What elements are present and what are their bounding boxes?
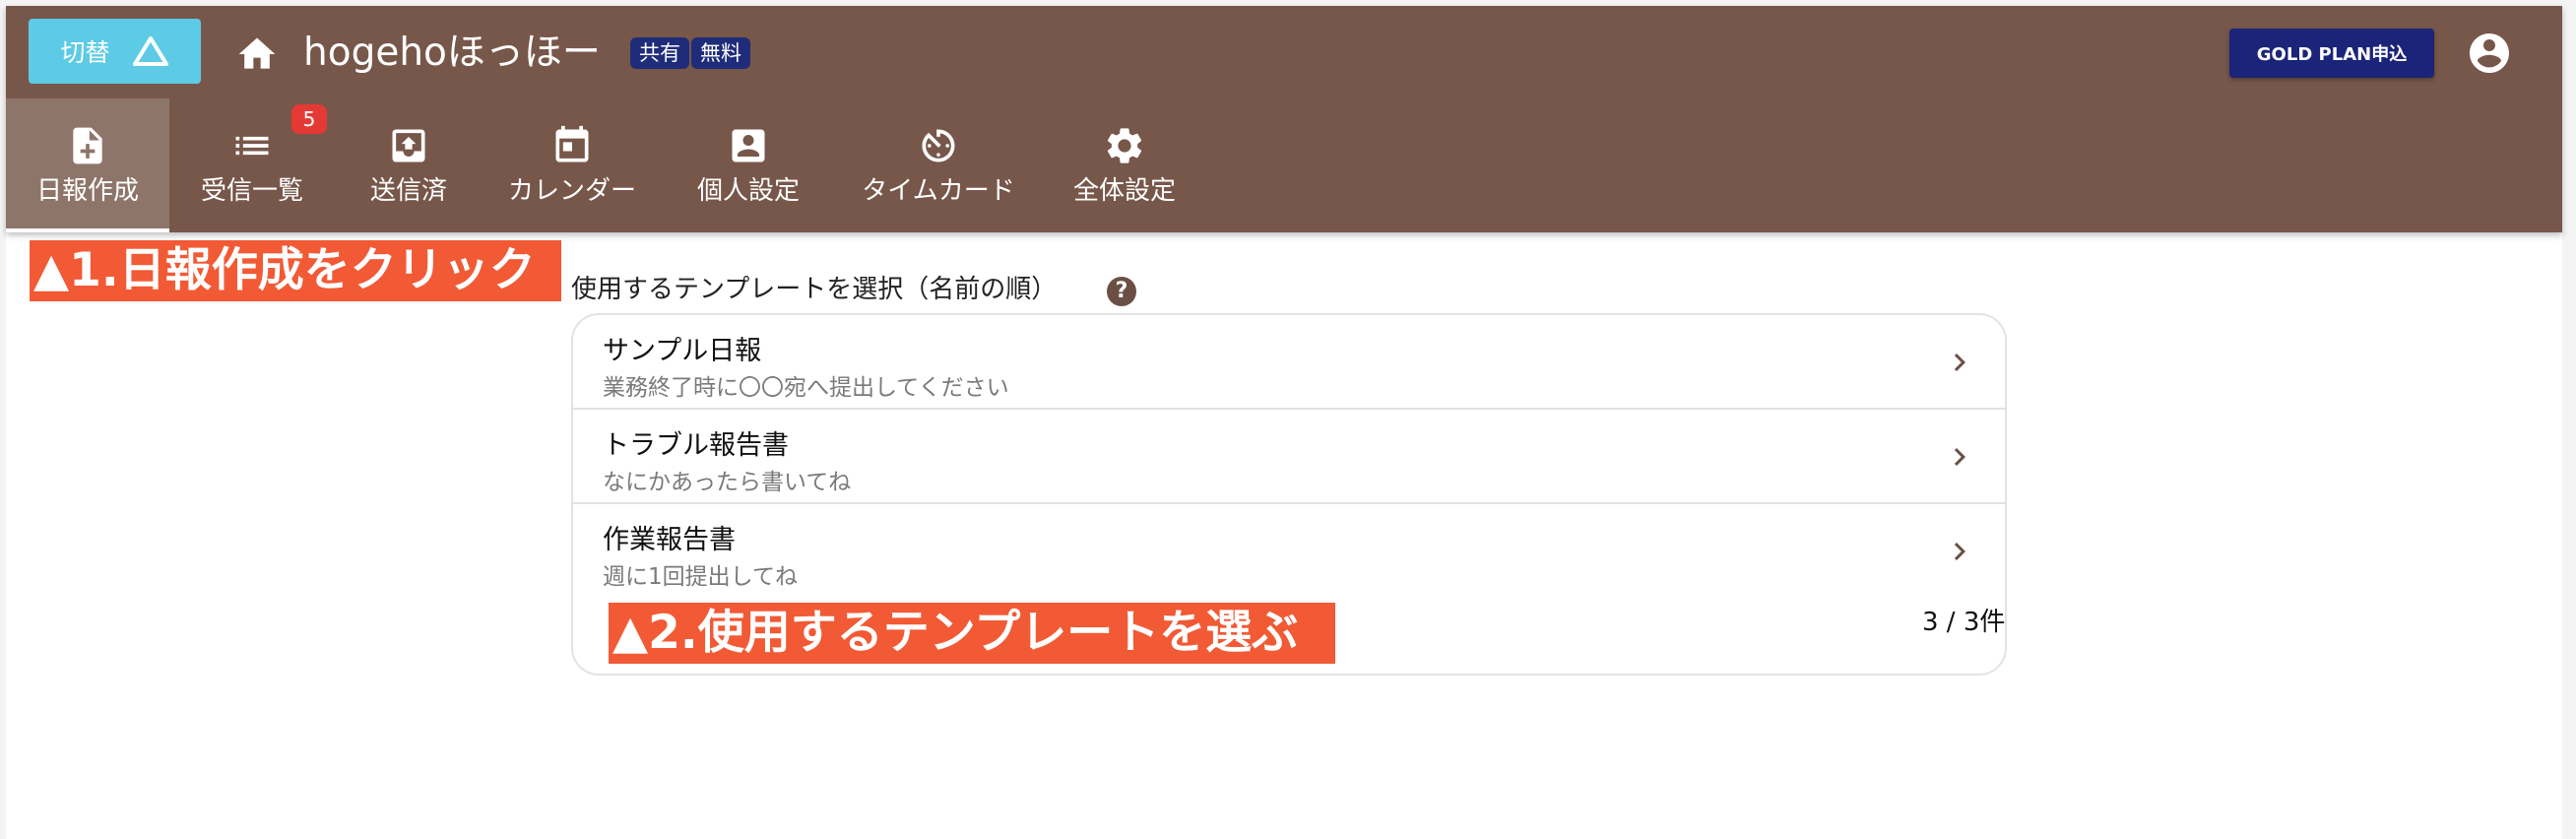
help-icon[interactable]: ? (1107, 277, 1136, 306)
tab-personal-settings[interactable]: 個人設定 (662, 98, 835, 232)
tab-label: 送信済 (369, 176, 447, 206)
template-item[interactable]: サンプル日報 業務終了時に〇〇宛へ提出してください (573, 315, 2005, 410)
outbox-icon (387, 124, 430, 167)
pagination-count: 3 / 3件 (1922, 608, 2006, 637)
calendar-icon (550, 124, 594, 167)
chevron-right-icon (1942, 534, 1977, 569)
template-description: 週に1回提出してね (603, 564, 798, 590)
tab-create-report[interactable]: 日報作成 (6, 98, 169, 232)
app-header: 切替 hogehoほっほー 共有 無料 GOLD PLAN申込 日報作成 受信一… (6, 6, 2562, 232)
template-item[interactable]: 作業報告書 週に1回提出してね (573, 504, 2005, 599)
shared-badge: 共有 (630, 37, 689, 69)
plan-badges: 共有 無料 (630, 37, 750, 69)
main-tabs: 日報作成 受信一覧 5 送信済 カレンダー 個人設定 タイムカード 全体設定 (6, 98, 1207, 232)
tab-inbox[interactable]: 受信一覧 5 (169, 98, 335, 232)
tab-label: 個人設定 (696, 176, 800, 206)
template-name: サンプル日報 (603, 336, 762, 366)
tab-label: 受信一覧 (200, 176, 303, 206)
chevron-right-icon (1942, 439, 1977, 475)
app-window: 切替 hogehoほっほー 共有 無料 GOLD PLAN申込 日報作成 受信一… (6, 6, 2562, 839)
triangle-icon (132, 36, 168, 66)
step1-callout: ▲1.日報作成をクリック (30, 240, 561, 301)
home-icon[interactable] (235, 32, 279, 76)
template-description: 業務終了時に〇〇宛へ提出してください (603, 375, 1009, 401)
tab-label: 日報作成 (35, 176, 139, 206)
template-description: なにかあったら書いてね (603, 470, 852, 495)
switch-button[interactable]: 切替 (29, 19, 201, 84)
tab-global-settings[interactable]: 全体設定 (1042, 98, 1207, 232)
timer-icon (917, 124, 960, 167)
tab-sent[interactable]: 送信済 (335, 98, 483, 232)
template-item[interactable]: トラブル報告書 なにかあったら書いてね (573, 410, 2005, 504)
template-name: 作業報告書 (603, 525, 736, 555)
list-icon (230, 124, 274, 167)
person-box-icon (727, 124, 770, 167)
screen-frame: 切替 hogehoほっほー 共有 無料 GOLD PLAN申込 日報作成 受信一… (0, 0, 2576, 839)
gold-plan-button[interactable]: GOLD PLAN申込 (2229, 29, 2434, 78)
unread-count-badge: 5 (291, 104, 327, 134)
template-section-title: 使用するテンプレートを選択（名前の順） (571, 275, 1058, 304)
note-add-icon (66, 124, 109, 167)
account-circle-icon[interactable] (2466, 30, 2513, 77)
switch-label: 切替 (60, 38, 110, 67)
gear-icon (1103, 124, 1146, 167)
step2-callout: ▲2.使用するテンプレートを選ぶ (609, 603, 1335, 664)
tab-label: カレンダー (507, 176, 636, 206)
tab-timecard[interactable]: タイムカード (835, 98, 1042, 232)
template-name: トラブル報告書 (603, 430, 789, 461)
chevron-right-icon (1942, 345, 1977, 380)
organization-name: hogehoほっほー (303, 31, 601, 75)
tab-calendar[interactable]: カレンダー (483, 98, 662, 232)
free-badge: 無料 (691, 37, 750, 69)
tab-label: タイムカード (862, 176, 1015, 206)
tab-label: 全体設定 (1072, 176, 1176, 206)
